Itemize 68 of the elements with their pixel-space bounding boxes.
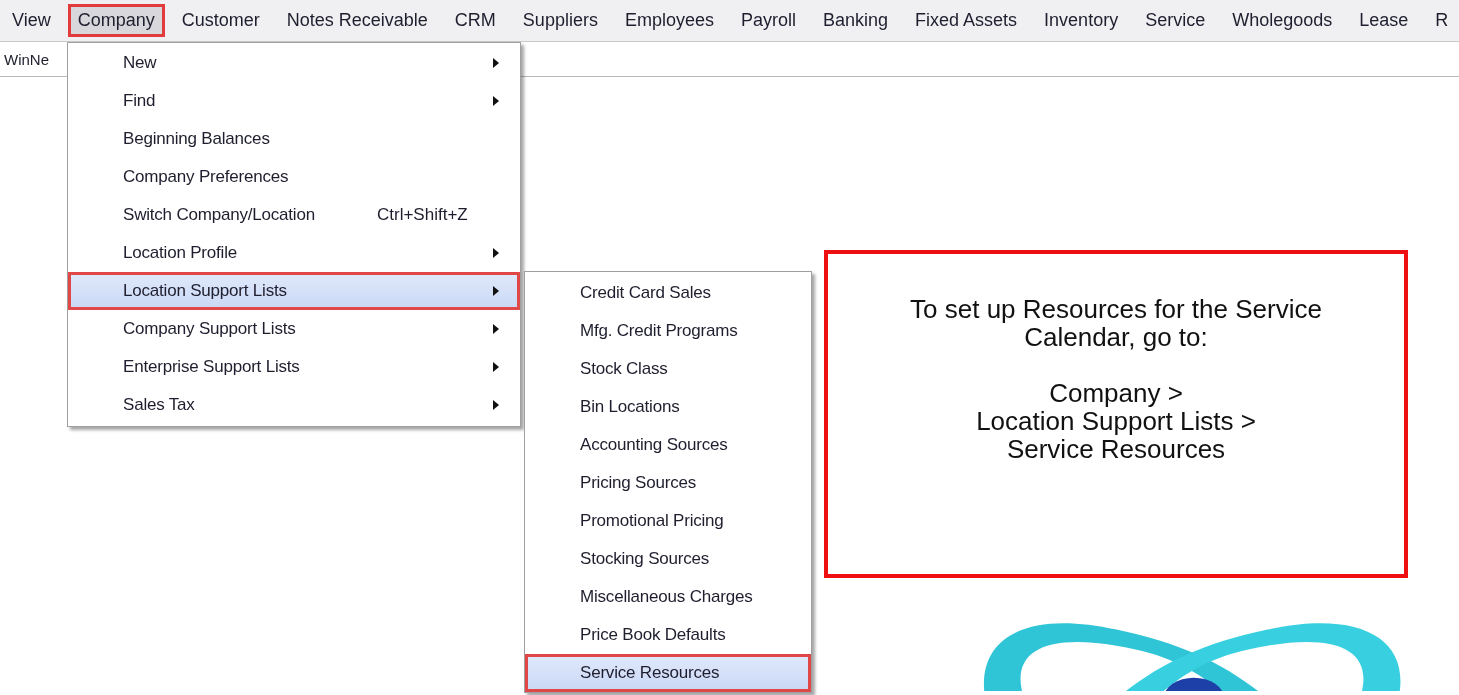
menu-item[interactable]: Company Preferences — [68, 158, 520, 196]
instruction-text: Company > Location Support Lists > Service Resources — [976, 379, 1256, 463]
submenu-arrow-icon — [493, 286, 499, 296]
menu-item[interactable]: Service — [1135, 4, 1216, 37]
menu-item-label: Mfg. Credit Programs — [580, 321, 738, 341]
tab-label[interactable]: WinNe — [0, 50, 49, 68]
menu-item[interactable]: Notes Receivable — [276, 4, 438, 37]
submenu-arrow-icon — [493, 248, 499, 258]
submenu-arrow-icon — [493, 362, 499, 372]
menu-item[interactable]: Sales Tax — [68, 386, 520, 424]
menu-item[interactable]: Payroll — [730, 4, 806, 37]
menu-item[interactable]: Customer — [171, 4, 270, 37]
menu-item[interactable]: R — [1425, 4, 1454, 37]
menu-item[interactable]: Suppliers — [512, 4, 608, 37]
submenu-arrow-icon — [493, 96, 499, 106]
menu-item[interactable]: Promotional Pricing — [525, 502, 811, 540]
menu-item[interactable]: Enterprise Support Lists — [68, 348, 520, 386]
menu-item[interactable]: Location Profile — [68, 234, 520, 272]
menu-item-label: Stock Class — [580, 359, 668, 379]
shortcut-label: Ctrl+Shift+Z — [377, 205, 468, 225]
menu-item[interactable]: Employees — [614, 4, 724, 37]
menu-item[interactable]: Wholegoods — [1222, 4, 1343, 37]
menu-item[interactable]: Pricing Sources — [525, 464, 811, 502]
menu-item-label: Company Preferences — [123, 167, 289, 187]
menu-item-label: Sales Tax — [123, 395, 195, 415]
menu-item-label: Beginning Balances — [123, 129, 270, 149]
menu-item[interactable]: Beginning Balances — [68, 120, 520, 158]
menu-item-label: Enterprise Support Lists — [123, 357, 300, 377]
menu-item[interactable]: Credit Card Sales — [525, 274, 811, 312]
menu-item[interactable]: Company — [67, 4, 165, 37]
menu-item[interactable]: Company Support Lists — [68, 310, 520, 348]
menu-item[interactable]: Lease — [1349, 4, 1419, 37]
menu-item-label: Promotional Pricing — [580, 511, 724, 531]
menu-item[interactable]: Stock Class — [525, 350, 811, 388]
instruction-text: To set up Resources for the Service Calendar, go to: — [910, 295, 1322, 351]
menu-item[interactable]: Find — [68, 82, 520, 120]
menu-item-label: Switch Company/Location — [123, 205, 315, 225]
submenu-arrow-icon — [493, 58, 499, 68]
submenu-arrow-icon — [493, 324, 499, 334]
menu-item[interactable]: Mfg. Credit Programs — [525, 312, 811, 350]
menu-item[interactable]: Banking — [813, 4, 899, 37]
menu-item[interactable]: Location Support Lists — [68, 272, 520, 310]
menu-item-label: Pricing Sources — [580, 473, 697, 493]
menu-item[interactable]: Stocking Sources — [525, 540, 811, 578]
menu-item-label: Accounting Sources — [580, 435, 728, 455]
menu-item[interactable]: Accounting Sources — [525, 426, 811, 464]
menu-item-label: New — [123, 53, 157, 73]
menu-item-label: Credit Card Sales — [580, 283, 711, 303]
menu-item-label: Location Profile — [123, 243, 237, 263]
menu-item-label: Price Book Defaults — [580, 625, 726, 645]
menu-item[interactable]: CRM — [444, 4, 506, 37]
menu-item[interactable]: Service Resources — [525, 654, 811, 692]
menu-item-label: Bin Locations — [580, 397, 680, 417]
menu-item[interactable]: Fixed Assets — [905, 4, 1028, 37]
menu-item[interactable]: View — [2, 4, 61, 37]
menu-item-label: Location Support Lists — [123, 281, 287, 301]
menu-item-label: Company Support Lists — [123, 319, 296, 339]
menu-item[interactable]: Switch Company/Location Ctrl+Shift+Z — [68, 196, 520, 234]
submenu-arrow-icon — [493, 400, 499, 410]
menu-item[interactable]: Bin Locations — [525, 388, 811, 426]
menu-item[interactable]: Inventory — [1034, 4, 1129, 37]
menu-item-label: Service Resources — [580, 663, 720, 683]
menu-item[interactable]: Price Book Defaults — [525, 616, 811, 654]
menu-item[interactable]: New — [68, 44, 520, 82]
menu-item-label: Miscellaneous Charges — [580, 587, 753, 607]
menu-item[interactable]: Miscellaneous Charges — [525, 578, 811, 616]
menu-item-label: Stocking Sources — [580, 549, 710, 569]
menu-item-label: Find — [123, 91, 156, 111]
